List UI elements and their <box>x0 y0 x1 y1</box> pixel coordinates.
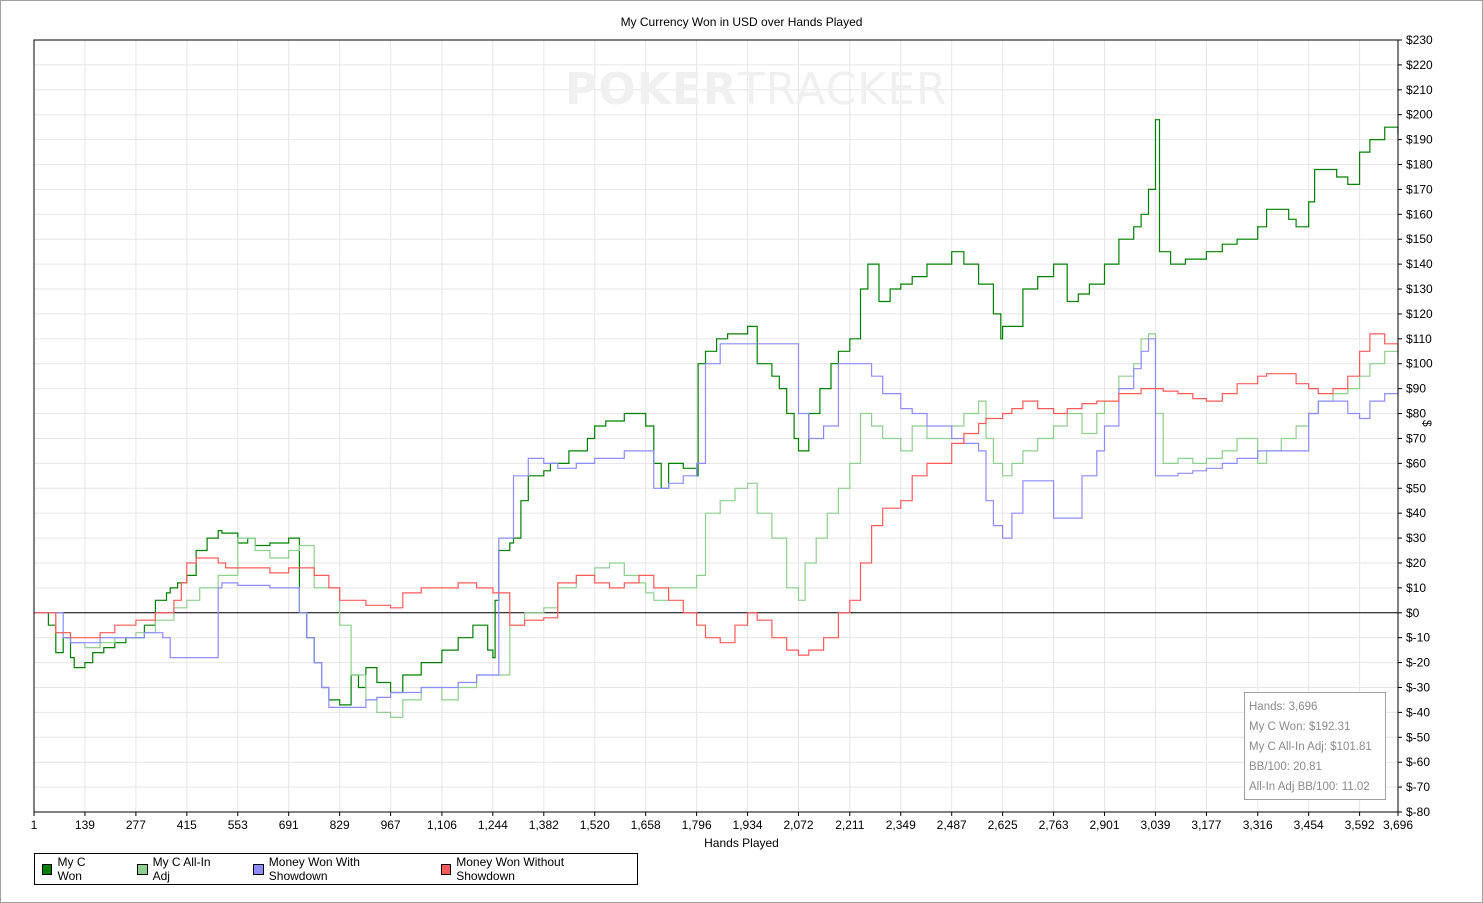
x-tick-label: 1,520 <box>580 818 610 832</box>
y-tick-label: $-60 <box>1406 755 1430 769</box>
y-tick-label: $100 <box>1406 357 1433 371</box>
x-tick-label: 277 <box>126 818 146 832</box>
stats-allin-bb100: All-In Adj BB/100: 11.02 <box>1249 781 1370 793</box>
x-tick-label: 1,244 <box>478 818 508 832</box>
pokertracker-watermark: POKERTRACKER <box>565 64 948 115</box>
y-tick-label: $130 <box>1406 282 1433 296</box>
y-tick-label: $-20 <box>1406 656 1430 670</box>
x-tick-label: 1,796 <box>682 818 712 832</box>
legend-swatch <box>440 863 452 875</box>
y-tick-label: $90 <box>1406 382 1426 396</box>
y-tick-label: $-80 <box>1406 805 1430 819</box>
y-tick-label: $40 <box>1406 506 1426 520</box>
y-tick-label: $150 <box>1406 232 1433 246</box>
x-tick-label: 2,211 <box>835 818 864 832</box>
plot-area <box>34 40 1398 812</box>
y-axis-label: $ <box>1420 420 1434 427</box>
x-tick-label: 2,625 <box>988 818 1018 832</box>
x-tick-label: 139 <box>75 818 95 832</box>
stats-bb100: BB/100: 20.81 <box>1249 761 1322 773</box>
y-tick-label: $-50 <box>1406 730 1430 744</box>
y-tick-label: $220 <box>1406 58 1433 72</box>
legend-swatch <box>137 863 148 875</box>
y-tick-label: $190 <box>1406 133 1433 147</box>
watermark-poker: POKER <box>565 64 738 115</box>
x-tick-label: 3,039 <box>1140 818 1170 832</box>
x-tick-label: 2,487 <box>937 818 967 832</box>
chart-title: My Currency Won in USD over Hands Played <box>620 15 863 29</box>
x-tick-label: 1 <box>31 818 38 832</box>
y-tick-label: $170 <box>1406 182 1433 196</box>
legend: My C Won My C All-In Adj Money Won With Sh… <box>34 853 638 885</box>
x-tick-label: 3,696 <box>1383 818 1413 832</box>
legend-label: My C All-In Adj <box>152 855 211 883</box>
x-tick-label: 3,316 <box>1243 818 1273 832</box>
y-tick-label: $110 <box>1406 332 1432 346</box>
y-tick-label: $-70 <box>1406 780 1430 794</box>
stats-hands: Hands: 3,696 <box>1249 701 1318 713</box>
legend-label: Money Won Without Showdown <box>456 855 565 883</box>
y-tick-label: $-10 <box>1406 631 1430 645</box>
watermark-tracker: TRACKER <box>737 64 948 115</box>
y-tick-label: $140 <box>1406 257 1433 271</box>
y-tick-label: $20 <box>1406 556 1426 570</box>
y-tick-label: $50 <box>1406 481 1426 495</box>
x-tick-label: 2,763 <box>1039 818 1069 832</box>
legend-swatch <box>253 863 264 875</box>
x-tick-label: 3,592 <box>1345 818 1375 832</box>
x-tick-label: 1,934 <box>733 818 763 832</box>
legend-label: Money Won With Showdown <box>268 855 360 883</box>
y-tick-label: $200 <box>1406 108 1433 122</box>
x-tick-label: 691 <box>279 818 299 832</box>
y-tick-label: $230 <box>1406 33 1433 47</box>
legend-label: My C Won <box>57 855 86 883</box>
y-tick-label: $-30 <box>1406 680 1430 694</box>
y-tick-label: $30 <box>1406 531 1426 545</box>
x-tick-label: 553 <box>228 818 248 832</box>
y-tick-label: $-40 <box>1406 705 1430 719</box>
legend-item-2: My C All-In Adj <box>137 855 226 883</box>
y-tick-label: $0 <box>1406 606 1420 620</box>
x-axis-label: Hands Played <box>704 836 779 850</box>
x-tick-label: 2,072 <box>783 818 813 832</box>
y-tick-label: $10 <box>1406 581 1426 595</box>
legend-item-1: My C Won <box>42 855 110 883</box>
y-tick-label: $60 <box>1406 456 1426 470</box>
legend-item-4: Money Won Without Showdown <box>440 855 617 883</box>
legend-item-3: Money Won With Showdown <box>253 855 413 883</box>
x-tick-label: 3,454 <box>1294 818 1324 832</box>
stats-allin: My C All-In Adj: $101.81 <box>1249 741 1372 753</box>
x-tick-label: 1,106 <box>427 818 457 832</box>
x-tick-label: 2,349 <box>886 818 916 832</box>
y-tick-label: $80 <box>1406 407 1426 421</box>
x-tick-label: 3,177 <box>1191 818 1221 832</box>
stats-box: Hands: 3,696 My C Won: $192.31 My C All-… <box>1244 692 1386 800</box>
y-tick-label: $120 <box>1406 307 1433 321</box>
legend-swatch <box>42 863 53 875</box>
y-tick-label: $160 <box>1406 207 1433 221</box>
y-tick-label: $210 <box>1406 83 1433 97</box>
x-tick-label: 1,382 <box>529 818 559 832</box>
x-tick-label: 967 <box>381 818 401 832</box>
x-tick-label: 415 <box>177 818 197 832</box>
x-tick-label: 829 <box>330 818 350 832</box>
x-tick-label: 1,658 <box>631 818 661 832</box>
x-tick-label: 2,901 <box>1090 818 1120 832</box>
stats-won: My C Won: $192.31 <box>1249 721 1351 733</box>
y-tick-label: $180 <box>1406 158 1433 172</box>
